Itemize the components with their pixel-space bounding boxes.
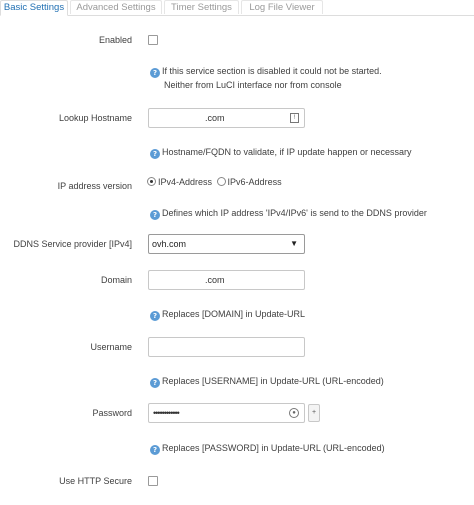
eye-icon[interactable]: ● bbox=[289, 408, 299, 418]
username-label: Username bbox=[90, 342, 132, 352]
field-picker-icon[interactable]: ! bbox=[290, 113, 299, 123]
domain-input[interactable]: .com bbox=[148, 270, 305, 290]
ip-version-help-text: Defines which IP address 'IPv4/IPv6' is … bbox=[162, 208, 427, 218]
use-https-label: Use HTTP Secure bbox=[59, 476, 132, 486]
password-value: •••••••••••• bbox=[153, 408, 180, 418]
service-provider-value: ovh.com bbox=[152, 239, 187, 249]
help-icon: ? bbox=[150, 68, 160, 78]
lookup-hostname-label: Lookup Hostname bbox=[58, 113, 132, 123]
domain-label: Domain bbox=[100, 275, 132, 285]
domain-help-text: Replaces [DOMAIN] in Update-URL bbox=[162, 309, 306, 319]
help-icon: ? bbox=[150, 210, 160, 220]
domain-value: .com bbox=[205, 275, 225, 285]
ip-version-help: ? Defines which IP address 'IPv4/IPv6' is… bbox=[150, 206, 427, 220]
use-https-checkbox[interactable] bbox=[148, 476, 158, 486]
ipv6-radio[interactable] bbox=[216, 177, 226, 186]
lookup-hostname-value: .com bbox=[205, 113, 225, 123]
lookup-hostname-help: ? Hostname/FQDN to validate, if IP update… bbox=[150, 145, 411, 159]
tab-timer-settings[interactable]: Timer Settings bbox=[164, 0, 239, 14]
lookup-hostname-help-text: Hostname/FQDN to validate, if IP update … bbox=[162, 147, 412, 157]
ip-version-options: IPv4-Address IPv6-Address bbox=[147, 175, 282, 189]
service-provider-label: DDNS Service provider [IPv4] bbox=[13, 239, 132, 249]
ipv4-radio-label[interactable]: IPv4-Address bbox=[158, 177, 212, 187]
username-input[interactable] bbox=[148, 337, 305, 357]
help-icon: ? bbox=[150, 149, 160, 159]
password-help: ? Replaces [PASSWORD] in Update-URL (URL-… bbox=[150, 441, 385, 455]
domain-help: ? Replaces [DOMAIN] in Update-URL bbox=[150, 307, 305, 321]
help-icon: ? bbox=[150, 378, 160, 388]
enabled-label: Enabled bbox=[98, 35, 132, 45]
tab-basic-settings[interactable]: Basic Settings bbox=[0, 0, 68, 16]
ipv4-radio[interactable] bbox=[147, 177, 156, 186]
enabled-help-line1: If this service section is disabled it c… bbox=[162, 66, 382, 76]
password-help-text: Replaces [PASSWORD] in Update-URL (URL-e… bbox=[162, 443, 385, 453]
enabled-checkbox[interactable] bbox=[148, 35, 158, 45]
password-label: Password bbox=[92, 408, 132, 418]
chevron-down-icon: ▼ bbox=[290, 239, 298, 248]
password-input[interactable]: •••••••••••• ● bbox=[148, 403, 305, 423]
tab-advanced-settings[interactable]: Advanced Settings bbox=[70, 0, 162, 14]
lookup-hostname-input[interactable]: .com ! bbox=[148, 108, 305, 128]
ip-version-label: IP address version bbox=[57, 181, 132, 191]
tab-bar: Basic Settings Advanced Settings Timer S… bbox=[0, 0, 474, 16]
enabled-help: ? If this service section is disabled it … bbox=[150, 64, 382, 92]
enabled-help-line2: Neither from LuCI interface nor from con… bbox=[164, 80, 342, 90]
help-icon: ? bbox=[150, 311, 160, 321]
plus-icon[interactable]: + bbox=[308, 404, 320, 422]
username-help-text: Replaces [USERNAME] in Update-URL (URL-e… bbox=[162, 376, 384, 386]
service-provider-select[interactable]: ovh.com ▼ bbox=[148, 234, 305, 254]
help-icon: ? bbox=[150, 445, 160, 455]
ipv6-radio-label[interactable]: IPv6-Address bbox=[228, 177, 282, 187]
username-help: ? Replaces [USERNAME] in Update-URL (URL-… bbox=[150, 374, 384, 388]
tab-log-file-viewer[interactable]: Log File Viewer bbox=[241, 0, 323, 14]
